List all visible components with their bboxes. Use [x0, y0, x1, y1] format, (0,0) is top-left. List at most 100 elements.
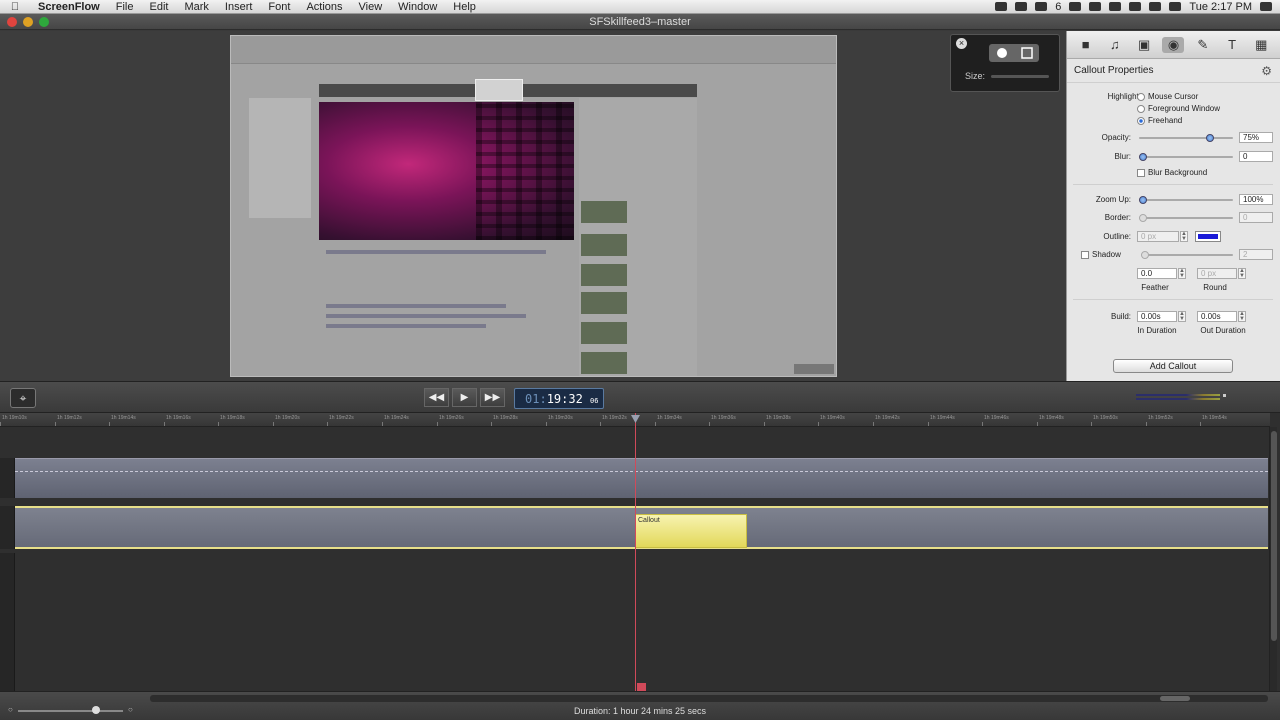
menu-mark[interactable]: Mark	[176, 0, 216, 14]
track-header[interactable]	[0, 458, 15, 498]
feather-stepper[interactable]: ▲ ▼	[1178, 268, 1186, 279]
callout-clip[interactable]: Callout	[635, 514, 747, 548]
blur-slider[interactable]	[1139, 153, 1233, 161]
ruler-tick-label: 1h 19m12s	[57, 415, 82, 421]
camera-status-icon[interactable]	[995, 2, 1008, 11]
annotations-icon[interactable]: ✎	[1192, 37, 1214, 53]
highlight-option-foreground-window[interactable]: Foreground Window	[1137, 104, 1220, 113]
screen-recording-icon[interactable]: ▣	[1133, 37, 1155, 53]
play-button[interactable]: ▶	[452, 388, 477, 407]
outline-color-well[interactable]	[1195, 231, 1221, 242]
track-header[interactable]	[0, 506, 15, 549]
time-machine-icon[interactable]	[1089, 2, 1102, 11]
shadow-field[interactable]: 2	[1239, 249, 1273, 260]
menu-file[interactable]: File	[108, 0, 142, 14]
ruler-tick-label: 1h 19m42s	[875, 415, 900, 421]
fast-forward-button[interactable]: ▶▶	[480, 388, 505, 407]
menu-insert[interactable]: Insert	[217, 0, 261, 14]
bluetooth-icon[interactable]	[1069, 2, 1082, 11]
menu-clock[interactable]: Tue 2:17 PM	[1189, 1, 1252, 13]
opacity-slider[interactable]	[1139, 134, 1233, 142]
blur-field[interactable]: 0	[1239, 151, 1273, 162]
round-field[interactable]: 0 px	[1197, 268, 1237, 279]
ruler-tick-label: 1h 19m36s	[711, 415, 736, 421]
preview-canvas[interactable]	[230, 35, 837, 377]
crop-tool-icon[interactable]: ⌖	[10, 388, 36, 408]
audio-properties-icon[interactable]: ♫	[1104, 37, 1126, 52]
video-properties-icon[interactable]: ■	[1075, 37, 1097, 52]
sync-status-icon[interactable]	[1035, 2, 1048, 11]
zoom-up-field[interactable]: 100%	[1239, 194, 1273, 205]
border-slider[interactable]	[1139, 214, 1233, 222]
in-duration-field[interactable]: 0.00s	[1137, 311, 1177, 322]
ruler-tick-mark	[1091, 422, 1092, 426]
callout-properties-icon[interactable]: ◉	[1162, 36, 1185, 53]
inspector-title: Callout Properties	[1074, 65, 1154, 76]
gear-icon[interactable]: ⚙	[1261, 64, 1272, 78]
menu-app-name[interactable]: ScreenFlow	[30, 0, 108, 14]
track-header[interactable]	[0, 553, 15, 691]
menu-actions[interactable]: Actions	[298, 0, 350, 14]
timecode-display[interactable]: 01:19:32 06	[514, 388, 604, 409]
out-duration-stepper[interactable]: ▲ ▼	[1238, 311, 1246, 322]
brush-size-slider[interactable]	[991, 75, 1049, 78]
zoom-up-knob[interactable]	[1139, 196, 1147, 204]
menu-edit[interactable]: Edit	[141, 0, 176, 14]
highlight-option-freehand[interactable]: Freehand	[1137, 116, 1182, 125]
menu-window[interactable]: Window	[390, 0, 445, 14]
brush-shape-selector[interactable]	[989, 44, 1039, 62]
round-brush-icon[interactable]	[989, 44, 1014, 62]
apple-menu-icon[interactable]: 	[0, 1, 30, 13]
zoom-up-slider[interactable]	[1139, 196, 1233, 204]
shadow-checkbox[interactable]: Shadow	[1081, 250, 1121, 259]
menu-help[interactable]: Help	[445, 0, 484, 14]
adobe-status-label[interactable]: 6	[1055, 1, 1061, 13]
blur-background-checkbox[interactable]: Blur Background	[1137, 168, 1207, 177]
in-duration-stepper[interactable]: ▲ ▼	[1178, 311, 1186, 322]
display-icon[interactable]	[1109, 2, 1122, 11]
timeline[interactable]: 1h 19m10s 1h 19m12s 1h 19m14s 1h 19m16s 1h 1…	[0, 413, 1280, 691]
opacity-field[interactable]: 75%	[1239, 132, 1273, 143]
screen-recording-track[interactable]	[15, 458, 1268, 498]
menu-font[interactable]: Font	[260, 0, 298, 14]
zoom-window-icon[interactable]	[39, 17, 49, 27]
shadow-slider[interactable]	[1141, 251, 1233, 259]
scrollbar-thumb[interactable]	[1160, 696, 1190, 701]
playhead-marker[interactable]	[637, 683, 646, 691]
feather-field[interactable]: 0.0	[1137, 268, 1177, 279]
minimize-window-icon[interactable]	[23, 17, 33, 27]
round-stepper[interactable]: ▲ ▼	[1238, 268, 1246, 279]
shadow-knob[interactable]	[1141, 251, 1149, 259]
battery-icon[interactable]	[1129, 2, 1142, 11]
text-properties-icon[interactable]: T	[1221, 37, 1243, 52]
close-window-icon[interactable]	[7, 17, 17, 27]
border-knob[interactable]	[1139, 214, 1147, 222]
recorded-thumbnail	[581, 201, 627, 223]
add-callout-button[interactable]: Add Callout	[1113, 359, 1233, 373]
ruler-tick-mark	[928, 422, 929, 426]
wifi-icon[interactable]	[1149, 2, 1162, 11]
rewind-button[interactable]: ◀◀	[424, 388, 449, 407]
ruler-tick-label: 1h 19m14s	[111, 415, 136, 421]
outline-width-stepper[interactable]: ▲ ▼	[1180, 231, 1188, 242]
hud-close-icon[interactable]: ×	[956, 38, 967, 49]
scrollbar-thumb[interactable]	[1271, 431, 1277, 641]
blur-knob[interactable]	[1139, 153, 1147, 161]
volume-icon[interactable]	[1169, 2, 1182, 11]
timeline-vertical-scrollbar[interactable]	[1269, 427, 1277, 691]
border-field[interactable]: 0	[1239, 212, 1273, 223]
highlight-option-mouse-cursor[interactable]: Mouse Cursor	[1137, 92, 1198, 101]
ruler-tick-label: 1h 19m38s	[766, 415, 791, 421]
timeline-horizontal-scrollbar[interactable]	[150, 695, 1268, 702]
out-duration-field[interactable]: 0.00s	[1197, 311, 1237, 322]
opacity-knob[interactable]	[1206, 134, 1214, 142]
media-library-icon[interactable]: ▦	[1250, 37, 1272, 53]
headset-status-icon[interactable]	[1015, 2, 1028, 11]
spotlight-search-icon[interactable]	[1260, 2, 1272, 11]
playhead[interactable]	[631, 413, 646, 691]
outline-width-field[interactable]: 0 px	[1137, 231, 1179, 242]
menu-view[interactable]: View	[351, 0, 391, 14]
square-brush-icon[interactable]	[1014, 44, 1039, 62]
callout-highlight-region[interactable]	[475, 79, 523, 101]
ruler-tick-mark	[55, 422, 56, 426]
